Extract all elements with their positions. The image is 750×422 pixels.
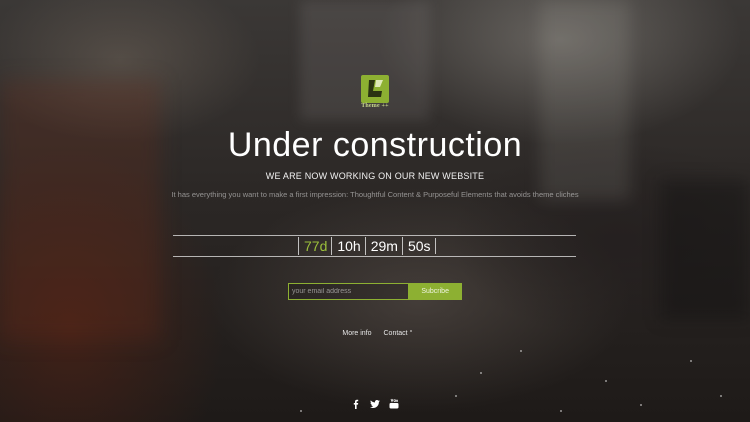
logo-caption: Theme ++ bbox=[361, 103, 389, 109]
background-speck bbox=[690, 360, 692, 362]
youtube-icon[interactable] bbox=[388, 398, 400, 410]
countdown-top-rule bbox=[173, 235, 576, 236]
background-speck bbox=[480, 372, 482, 374]
subscribe-form: Subcribe bbox=[288, 283, 462, 300]
countdown-divider bbox=[434, 238, 436, 254]
social-links bbox=[350, 398, 400, 410]
background-blur bbox=[660, 180, 750, 320]
background-speck bbox=[640, 404, 642, 406]
background-speck bbox=[300, 410, 302, 412]
background-speck bbox=[520, 350, 522, 352]
facebook-icon[interactable] bbox=[350, 398, 362, 410]
background-blur bbox=[0, 80, 160, 340]
countdown-days: 77d bbox=[298, 237, 331, 255]
background-speck bbox=[455, 395, 457, 397]
background-speck bbox=[560, 410, 562, 412]
more-info-link[interactable]: More info bbox=[342, 330, 371, 337]
theme-logo-icon[interactable] bbox=[361, 75, 389, 103]
under-construction-page: Theme ++ Under construction WE ARE NOW W… bbox=[0, 0, 750, 422]
subscribe-button[interactable]: Subcribe bbox=[408, 283, 462, 300]
footer-links: More info Contact bbox=[0, 330, 750, 337]
countdown-minutes: 29m bbox=[364, 237, 402, 255]
email-input[interactable] bbox=[288, 283, 409, 300]
twitter-icon[interactable] bbox=[369, 398, 381, 410]
countdown-bottom-rule bbox=[173, 256, 576, 257]
countdown-timer: 77d 10h 29m 50s bbox=[298, 237, 436, 255]
background-speck bbox=[720, 395, 722, 397]
page-description: It has everything you want to make a fir… bbox=[171, 190, 579, 199]
page-subtitle: WE ARE NOW WORKING ON OUR NEW WEBSITE bbox=[265, 171, 485, 181]
countdown-seconds: 50s bbox=[401, 237, 435, 255]
page-title: Under construction bbox=[227, 126, 523, 164]
countdown-hours: 10h bbox=[331, 237, 364, 255]
background-blur bbox=[540, 0, 630, 200]
background-speck bbox=[605, 380, 607, 382]
contact-link[interactable]: Contact bbox=[384, 330, 408, 337]
